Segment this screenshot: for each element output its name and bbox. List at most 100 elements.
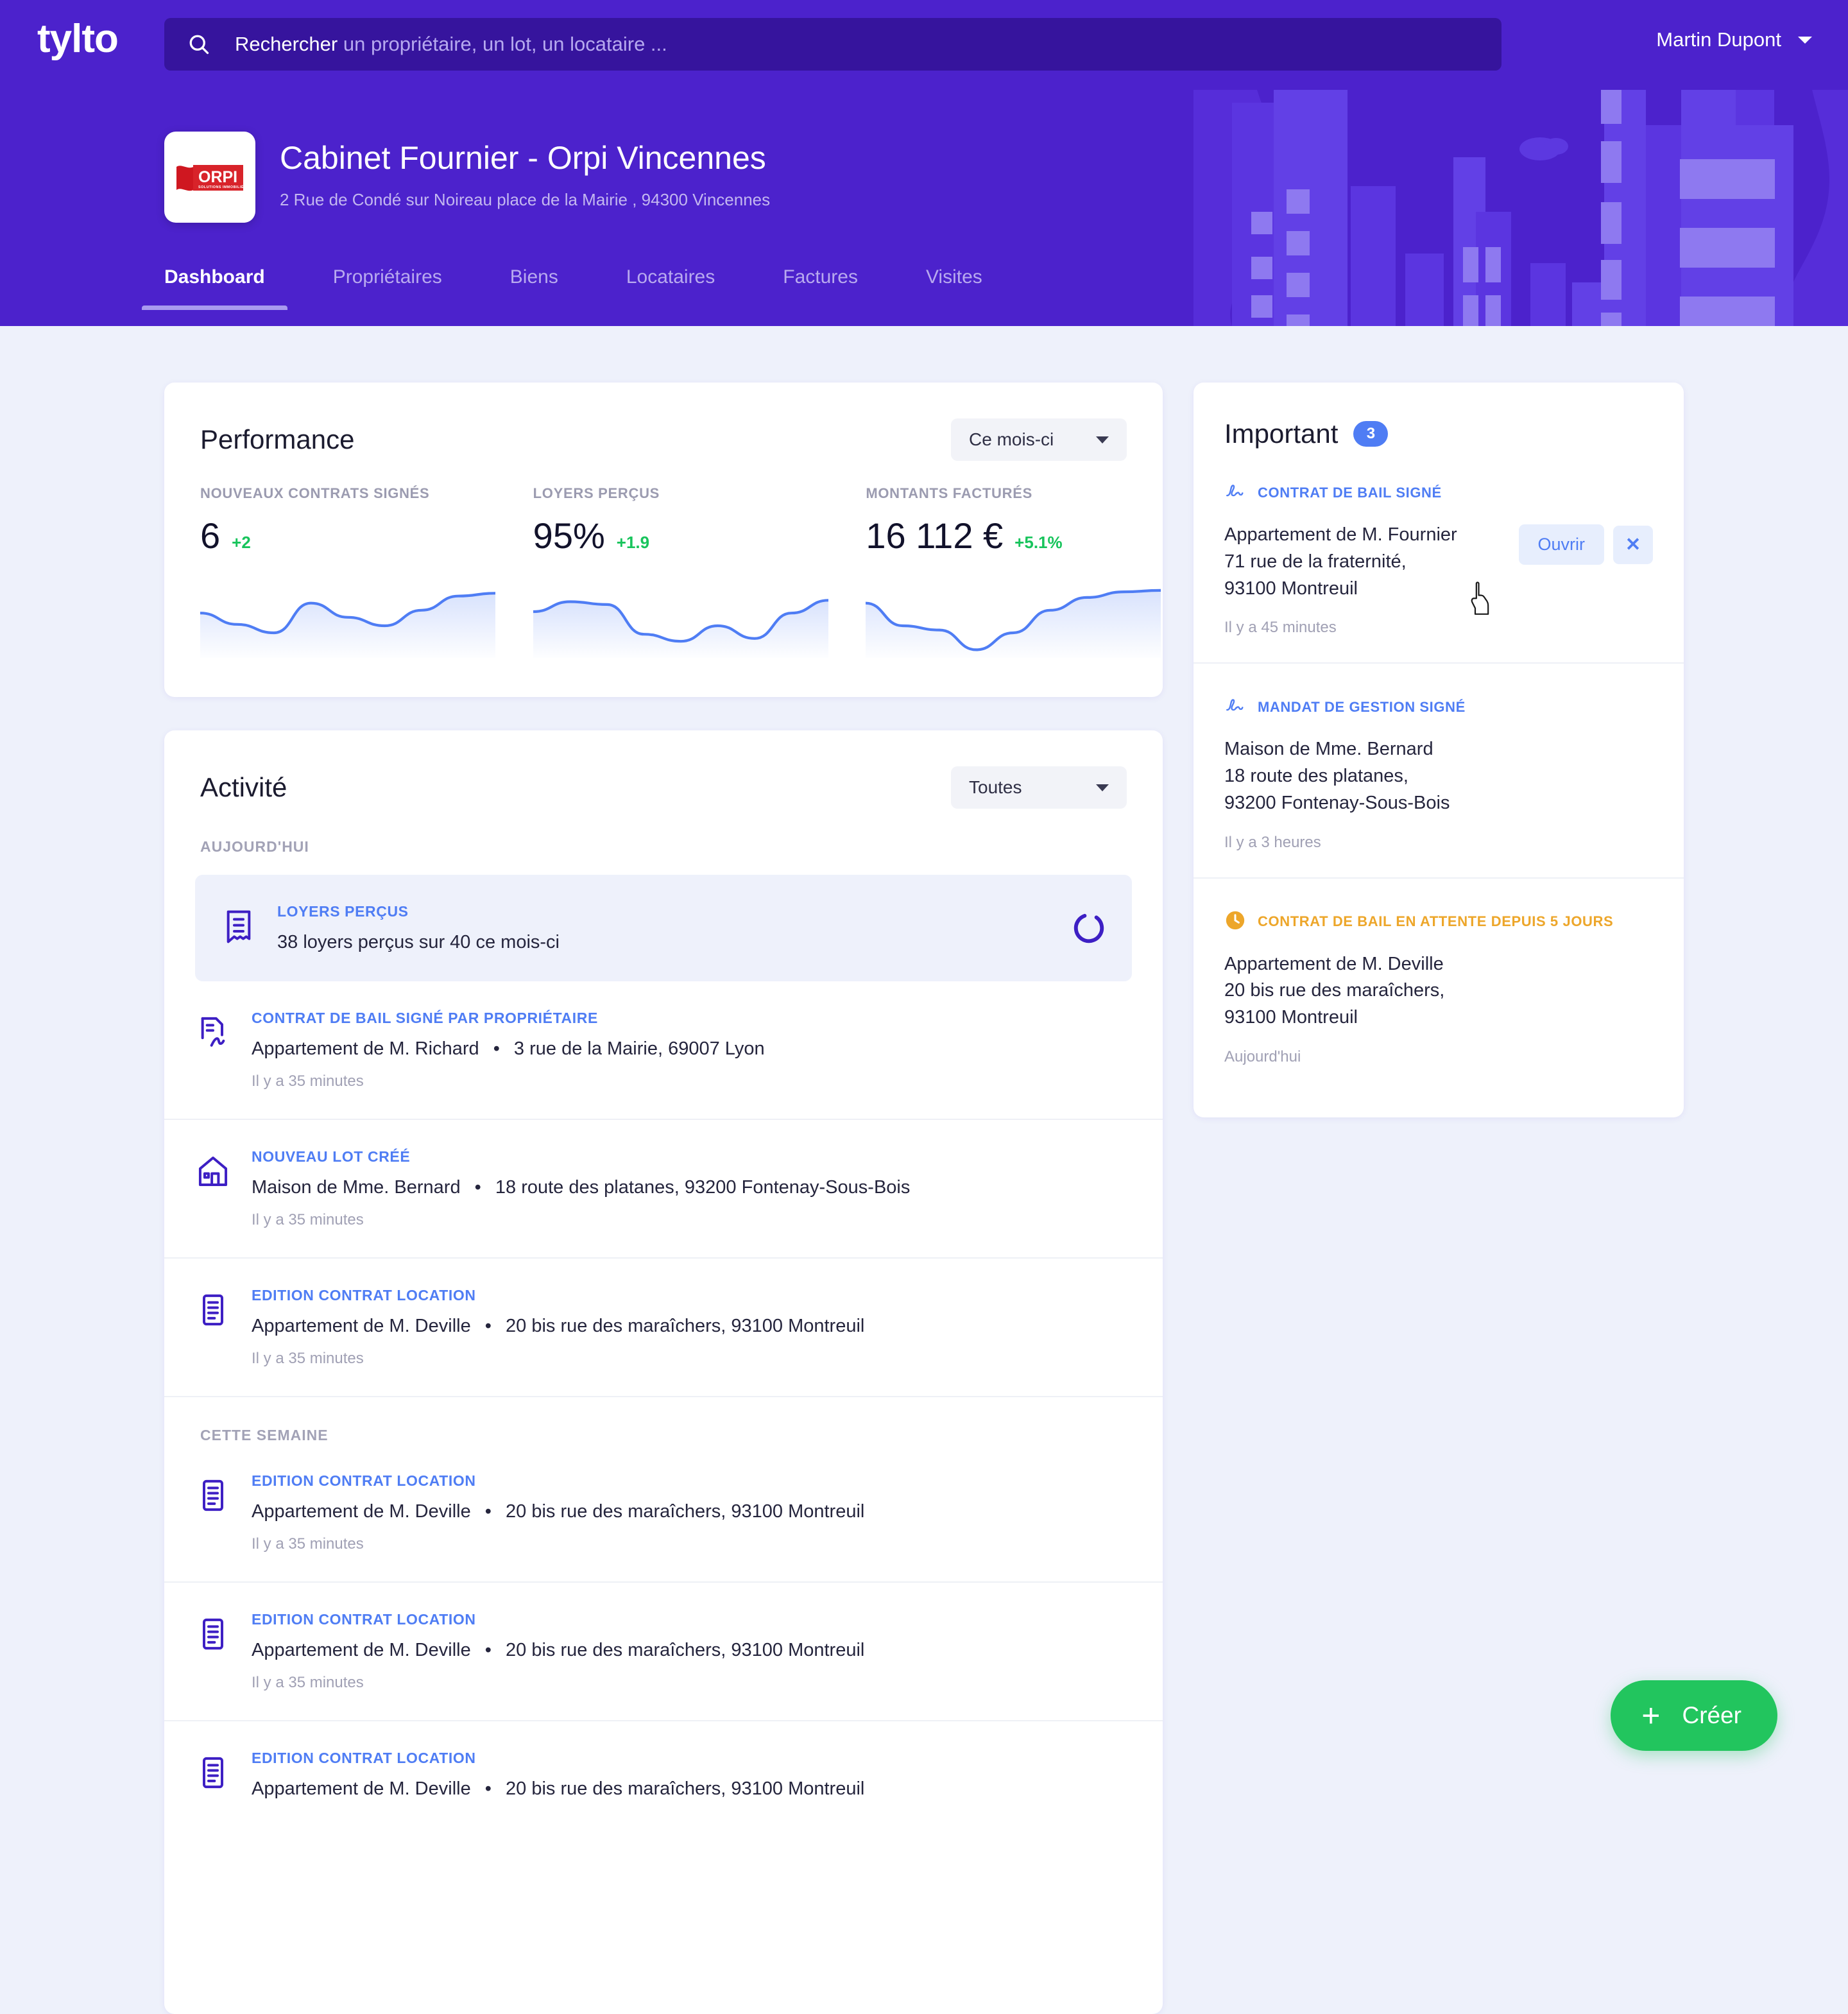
important-details: Appartement de M. Fournier 71 rue de la …	[1224, 522, 1457, 602]
activity-time: Il y a 35 minutes	[252, 1674, 1132, 1692]
important-item[interactable]: CONTRAT DE BAIL EN ATTENTE DEPUIS 5 JOUR…	[1194, 879, 1684, 1092]
app-logo: tylto	[37, 19, 118, 59]
svg-text:SOLUTIONS IMMOBILIÈRES: SOLUTIONS IMMOBILIÈRES	[198, 184, 247, 189]
tab-locataires[interactable]: Locataires	[626, 266, 715, 310]
kpi-value: 95%	[533, 515, 605, 556]
kpi-label: MONTANTS FACTURÉS	[866, 485, 1163, 502]
search-text: Rechercher un propriétaire, un lot, un l…	[235, 33, 667, 56]
activity-address: 18 route des platanes, 93200 Fontenay-So…	[495, 1177, 910, 1198]
tab-dashboard[interactable]: Dashboard	[164, 266, 265, 310]
agency-address: 2 Rue de Condé sur Noireau place de la M…	[280, 190, 770, 210]
important-kind: CONTRAT DE BAIL SIGNÉ	[1258, 485, 1442, 501]
plus-icon: +	[1641, 1700, 1660, 1732]
tab-biens[interactable]: Biens	[510, 266, 558, 310]
document-icon	[195, 1477, 231, 1517]
kpi-delta: +2	[232, 533, 251, 553]
important-line-3: 93200 Fontenay-Sous-Bois	[1224, 790, 1450, 817]
user-name: Martin Dupont	[1656, 28, 1781, 51]
activity-separator: •	[485, 1640, 492, 1660]
activity-address: 20 bis rue des maraîchers, 93100 Montreu…	[506, 1316, 864, 1336]
kpi-label: LOYERS PERÇUS	[533, 485, 830, 502]
activity-group-label: CETTE SEMAINE	[164, 1397, 1163, 1444]
clock-icon	[1224, 909, 1246, 931]
activity-groups: AUJOURD'HUI LOYERS PERÇUS 38 loyers perç…	[164, 809, 1163, 1828]
tab-factures[interactable]: Factures	[783, 266, 858, 310]
tab-propritaires[interactable]: Propriétaires	[333, 266, 442, 310]
document-icon	[195, 1292, 231, 1331]
kpi-item: LOYERS PERÇUS 95% +1.9	[497, 485, 830, 661]
dismiss-button[interactable]: ✕	[1613, 526, 1653, 564]
important-time: Il y a 45 minutes	[1224, 619, 1457, 637]
important-items: CONTRAT DE BAIL SIGNÉ Appartement de M. …	[1194, 449, 1684, 1092]
sparkline-chart	[866, 576, 1161, 658]
performance-period-select[interactable]: Ce mois-ci	[951, 418, 1127, 461]
activity-filter-select[interactable]: Toutes	[951, 766, 1127, 809]
activity-kind: EDITION CONTRAT LOCATION	[252, 1611, 1132, 1628]
performance-period-value: Ce mois-ci	[969, 429, 1054, 450]
important-item-actions: Ouvrir ✕	[1519, 524, 1654, 565]
activity-text: Appartement de M. Deville • 20 bis rue d…	[252, 1501, 1132, 1522]
chevron-down-icon	[1096, 436, 1109, 443]
signature-icon	[1224, 480, 1246, 502]
activity-time: Il y a 35 minutes	[252, 1535, 1132, 1553]
search-input[interactable]: Rechercher un propriétaire, un lot, un l…	[164, 18, 1502, 71]
important-line-3: 93100 Montreuil	[1224, 576, 1457, 603]
activity-item[interactable]: NOUVEAU LOT CRÉÉ Maison de Mme. Bernard …	[164, 1120, 1163, 1259]
agency-header: ORPI SOLUTIONS IMMOBILIÈRES Cabinet Four…	[164, 132, 770, 223]
important-time: Il y a 3 heures	[1224, 834, 1450, 852]
important-line-2: 20 bis rue des maraîchers,	[1224, 977, 1444, 1004]
important-item[interactable]: MANDAT DE GESTION SIGNÉ Maison de Mme. B…	[1194, 664, 1684, 878]
activity-text: Maison de Mme. Bernard • 18 route des pl…	[252, 1177, 1132, 1198]
signature-icon	[1224, 480, 1246, 505]
open-button[interactable]: Ouvrir	[1519, 524, 1605, 565]
document-icon	[195, 1616, 231, 1655]
activity-card: Activité Toutes AUJOURD'HUI LOYERS PERÇU…	[164, 730, 1163, 2014]
activity-subject: Appartement de M. Deville	[252, 1778, 471, 1799]
activity-separator: •	[475, 1177, 481, 1198]
activity-address: 20 bis rue des maraîchers, 93100 Montreu…	[506, 1778, 864, 1799]
activity-separator: •	[485, 1501, 492, 1522]
activity-item[interactable]: EDITION CONTRAT LOCATION Appartement de …	[164, 1721, 1163, 1828]
search-placeholder: un propriétaire, un lot, un locataire ..…	[343, 33, 667, 55]
contract-signed-icon	[195, 1015, 231, 1054]
mouse-cursor	[1468, 581, 1496, 617]
important-line-1: Maison de Mme. Bernard	[1224, 736, 1450, 763]
activity-kind: EDITION CONTRAT LOCATION	[252, 1750, 1132, 1767]
activity-item[interactable]: EDITION CONTRAT LOCATION Appartement de …	[164, 1259, 1163, 1397]
activity-text: 38 loyers perçus sur 40 ce mois-ci	[277, 932, 1072, 953]
important-details: Appartement de M. Deville 20 bis rue des…	[1224, 951, 1444, 1031]
important-line-1: Appartement de M. Fournier	[1224, 522, 1457, 549]
activity-subject: Appartement de M. Richard	[252, 1038, 479, 1059]
activity-address: 20 bis rue des maraîchers, 93100 Montreu…	[506, 1501, 864, 1522]
agency-logo: ORPI SOLUTIONS IMMOBILIÈRES	[164, 132, 255, 223]
important-time: Aujourd'hui	[1224, 1048, 1444, 1066]
loading-spinner-icon	[1072, 911, 1106, 945]
important-kind: MANDAT DE GESTION SIGNÉ	[1258, 699, 1466, 716]
activity-kind: EDITION CONTRAT LOCATION	[252, 1472, 1132, 1490]
signature-icon	[1224, 694, 1246, 719]
document-icon	[195, 1755, 231, 1791]
activity-separator: •	[493, 1038, 500, 1059]
top-bar: tylto Rechercher un propriétaire, un lot…	[0, 0, 1848, 90]
kpi-value: 16 112 €	[866, 515, 1003, 556]
activity-filter-value: Toutes	[969, 777, 1022, 798]
activity-item[interactable]: EDITION CONTRAT LOCATION Appartement de …	[164, 1444, 1163, 1583]
activity-subject: Appartement de M. Deville	[252, 1316, 471, 1336]
activity-kind: CONTRAT DE BAIL SIGNÉ PAR PROPRIÉTAIRE	[252, 1010, 1132, 1027]
activity-item[interactable]: EDITION CONTRAT LOCATION Appartement de …	[164, 1583, 1163, 1721]
activity-highlight-item[interactable]: LOYERS PERÇUS 38 loyers perçus sur 40 ce…	[195, 875, 1132, 981]
create-button[interactable]: + Créer	[1611, 1680, 1777, 1751]
kpi-delta: +1.9	[617, 533, 649, 553]
important-item[interactable]: CONTRAT DE BAIL SIGNÉ Appartement de M. …	[1194, 449, 1684, 664]
kpi-delta: +5.1%	[1014, 533, 1062, 553]
user-menu[interactable]: Martin Dupont	[1656, 28, 1812, 51]
important-line-3: 93100 Montreuil	[1224, 1004, 1444, 1031]
tab-visites[interactable]: Visites	[926, 266, 982, 310]
activity-separator: •	[485, 1316, 492, 1336]
loading-spinner-icon	[1072, 911, 1106, 945]
activity-item[interactable]: CONTRAT DE BAIL SIGNÉ PAR PROPRIÉTAIRE A…	[164, 981, 1163, 1120]
important-line-2: 71 rue de la fraternité,	[1224, 549, 1457, 576]
performance-card: Performance Ce mois-ci NOUVEAUX CONTRATS…	[164, 383, 1163, 697]
activity-subject: Maison de Mme. Bernard	[252, 1177, 461, 1198]
activity-separator: •	[485, 1778, 492, 1799]
